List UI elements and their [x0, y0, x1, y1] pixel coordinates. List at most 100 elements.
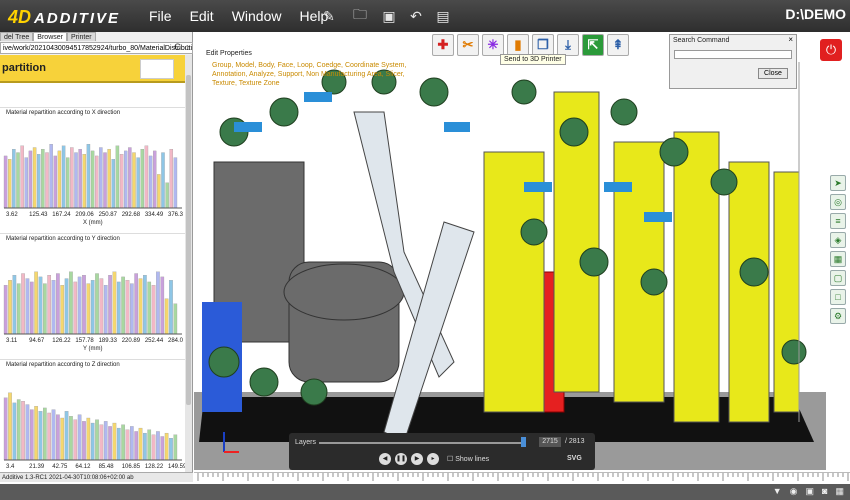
bar: [99, 278, 104, 335]
camera-icon[interactable]: ◙: [822, 486, 827, 497]
prev-icon[interactable]: ◀: [379, 453, 391, 465]
vertical-scrollbar[interactable]: [185, 55, 192, 472]
report-icon[interactable]: ▤: [432, 6, 454, 26]
layers-icon[interactable]: ≡: [830, 213, 846, 229]
bar: [8, 280, 12, 335]
download-icon[interactable]: ⤓: [557, 34, 579, 56]
stats-icon[interactable]: ▮: [507, 34, 529, 56]
grid-icon[interactable]: ▦: [835, 486, 844, 497]
layer-slider-handle[interactable]: [521, 437, 526, 447]
svg-button[interactable]: SVG: [567, 455, 582, 462]
eye-icon[interactable]: ◉: [790, 486, 798, 497]
view-mode-icon[interactable]: ▣: [806, 486, 815, 497]
tick-label: 125.43: [29, 212, 48, 218]
bar: [47, 275, 51, 335]
open-folder-icon[interactable]: 🗀: [349, 6, 371, 26]
align-icon[interactable]: ⇞: [607, 34, 629, 56]
bar: [161, 152, 165, 209]
bar: [29, 281, 34, 335]
bar: [73, 419, 78, 461]
menu-window[interactable]: Window: [223, 0, 291, 32]
reload-icon[interactable]: C: [174, 42, 181, 52]
cursor-icon[interactable]: ➤: [830, 175, 846, 191]
pause-icon[interactable]: ❚❚: [395, 453, 407, 465]
bar: [82, 275, 86, 335]
filter-icon[interactable]: ▼: [773, 486, 782, 497]
3d-viewport[interactable]: Edit Properties Group, Model, Body, Face…: [194, 32, 826, 470]
bar: [152, 150, 157, 209]
tick-label: 42.75: [52, 464, 68, 470]
bar: [73, 281, 78, 335]
next-icon[interactable]: ▸: [427, 453, 439, 465]
bar: [21, 273, 25, 335]
box-icon[interactable]: ▢: [830, 270, 846, 286]
send-to-printer-icon[interactable]: ⇱: [582, 34, 604, 56]
bar: [129, 426, 134, 461]
frame-icon[interactable]: □: [830, 289, 846, 305]
bar: [94, 155, 99, 209]
tick-label: 334.49: [145, 212, 164, 218]
explode-icon[interactable]: ✳: [482, 34, 504, 56]
layer-slider[interactable]: [319, 442, 525, 444]
bar: [70, 147, 74, 209]
bar: [61, 145, 66, 209]
bar: [95, 273, 99, 335]
chart-title: Material repartition according to X dire…: [6, 110, 121, 116]
current-layer[interactable]: 2715: [539, 437, 561, 447]
bar: [56, 414, 60, 461]
tick-label: 189.33: [99, 338, 118, 344]
bar: [156, 271, 160, 335]
show-lines-checkbox[interactable]: ☐ Show lines: [447, 455, 489, 463]
project-path: D:\DEMO: [785, 6, 846, 22]
bar: [24, 157, 29, 209]
bar: [112, 271, 117, 335]
bar: [53, 155, 58, 209]
title-bar: 4D ADDITIVE File Edit Window Help ✎ 🗀 ▣ ↶…: [0, 0, 850, 32]
bar: [69, 416, 73, 461]
tab-model-tree[interactable]: del Tree: [0, 32, 34, 41]
tools-icon[interactable]: ✂: [457, 34, 479, 56]
bar: [82, 421, 86, 461]
bar: [12, 275, 17, 335]
bar: [147, 281, 152, 335]
tab-browser[interactable]: Browser: [33, 32, 67, 41]
report-title: partition: [2, 62, 46, 74]
copy-icon[interactable]: ❐: [532, 34, 554, 56]
target-icon[interactable]: ◎: [830, 194, 846, 210]
tick-label: 209.06: [75, 212, 94, 218]
bar: [49, 144, 53, 209]
url-field[interactable]: ive/work/20210430094517852924/turbo_80/M…: [0, 42, 193, 54]
bar: [173, 434, 178, 461]
bar: [116, 427, 121, 461]
bar: [169, 438, 173, 461]
bar: [74, 152, 78, 209]
bar: [165, 182, 169, 209]
bar: [112, 422, 117, 461]
home-icon[interactable]: ⌂: [185, 42, 190, 52]
bar: [103, 152, 107, 209]
bar: [3, 155, 8, 209]
settings-icon[interactable]: ⚙: [830, 308, 846, 324]
tab-printer[interactable]: Printer: [66, 32, 96, 41]
bar: [65, 157, 70, 209]
bar: [129, 283, 134, 335]
power-icon[interactable]: ⏻: [820, 39, 842, 61]
menu-file[interactable]: File: [140, 0, 181, 32]
save-icon[interactable]: ▣: [378, 6, 400, 26]
tick-label: 3.11: [6, 338, 18, 344]
undo-icon[interactable]: ↶: [405, 6, 427, 26]
slice-icon[interactable]: ◈: [830, 232, 846, 248]
close-icon[interactable]: ×: [788, 35, 793, 44]
tick-label: 64.12: [75, 464, 91, 470]
search-command-input[interactable]: [674, 50, 792, 59]
menu-edit[interactable]: Edit: [181, 0, 223, 32]
axis-label: Y (mm): [83, 346, 103, 352]
props-list[interactable]: Group, Model, Body, Face, Loop, Coedge, …: [206, 61, 426, 88]
close-button[interactable]: Close: [758, 68, 788, 79]
play-icon[interactable]: ▶: [411, 453, 423, 465]
bar: [38, 411, 43, 461]
add-icon[interactable]: ✚: [432, 34, 454, 56]
bar: [45, 152, 49, 209]
view-icon[interactable]: ▦: [830, 251, 846, 267]
tool-icon[interactable]: ✎: [318, 6, 340, 26]
